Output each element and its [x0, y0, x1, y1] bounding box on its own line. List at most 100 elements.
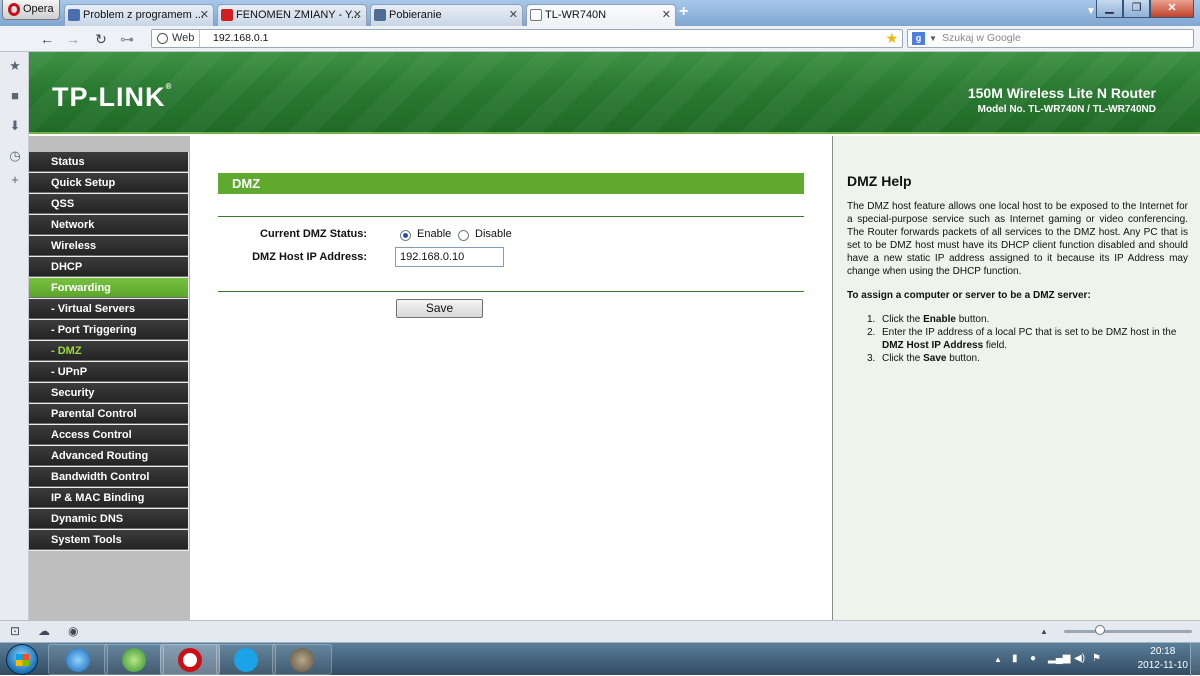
google-icon[interactable]: g: [912, 32, 925, 45]
tab-strip: Opera Problem z programem ... ✕ FENOMEN Z…: [0, 0, 1200, 26]
start-button[interactable]: [6, 644, 38, 675]
close-tab-icon[interactable]: ✕: [509, 5, 518, 25]
web-badge[interactable]: Web: [152, 30, 201, 47]
bookmark-star-icon[interactable]: ★: [885, 30, 898, 47]
add-panel-icon[interactable]: +: [7, 172, 23, 188]
close-tab-icon[interactable]: ✕: [662, 5, 671, 25]
menu-item-access-control[interactable]: Access Control: [29, 425, 188, 445]
tab-label: TL-WR740N: [545, 9, 607, 21]
downloads-icon[interactable]: ⬇: [7, 118, 23, 134]
menu-item-dynamic-dns[interactable]: Dynamic DNS: [29, 509, 188, 529]
minimize-button[interactable]: ▁: [1096, 0, 1123, 18]
search-engine-dropdown-icon[interactable]: ▼: [929, 30, 937, 47]
enable-radio[interactable]: [400, 230, 411, 241]
action-center-icon[interactable]: ⚑: [1092, 653, 1101, 664]
close-window-button[interactable]: ✕: [1150, 0, 1194, 18]
dmz-status-label: Current DMZ Status:: [260, 228, 367, 240]
menu-item-upnp[interactable]: - UPnP: [29, 362, 188, 382]
tab-router[interactable]: TL-WR740N ✕: [526, 4, 676, 26]
menu-item-port-triggering[interactable]: - Port Triggering: [29, 320, 188, 340]
zoom-slider[interactable]: [1064, 630, 1192, 633]
dmz-host-ip-input[interactable]: 192.168.0.10: [395, 247, 504, 267]
help-howto-title: To assign a computer or server to be a D…: [847, 290, 1091, 301]
divider-bottom: [218, 291, 804, 292]
usb-icon[interactable]: ▮: [1012, 653, 1018, 664]
search-placeholder[interactable]: Szukaj w Google: [942, 30, 1021, 47]
clock-time: 20:18: [1150, 646, 1176, 657]
zoom-slider-knob[interactable]: [1095, 625, 1105, 635]
tab-pobieranie[interactable]: Pobieranie ✕: [370, 4, 523, 26]
network-signal-icon[interactable]: ▂▄▆: [1048, 653, 1070, 664]
help-steps: 1. Click the Enable button. 2. Enter the I…: [867, 313, 1188, 365]
back-icon[interactable]: ←: [38, 30, 56, 48]
menu-item-ip-mac-binding[interactable]: IP & MAC Binding: [29, 488, 188, 508]
show-desktop-button[interactable]: [1190, 643, 1200, 676]
menu-item-bandwidth-control[interactable]: Bandwidth Control: [29, 467, 188, 487]
dmz-content: DMZ Current DMZ Status: Enable Disable D…: [191, 136, 832, 620]
lightning-app-icon: [66, 648, 90, 672]
gimp-app-icon: [290, 648, 314, 672]
taskbar-app-2[interactable]: [104, 644, 164, 675]
browser-status-bar: ⊡ ☁ ◉ ▲: [0, 620, 1200, 642]
taskbar-gimp[interactable]: [272, 644, 332, 675]
messenger-icon[interactable]: ●: [1030, 653, 1036, 664]
history-icon[interactable]: ◷: [7, 148, 23, 164]
product-info: 150M Wireless Lite N Router Model No. TL…: [968, 85, 1156, 115]
zoom-up-icon[interactable]: ▲: [1040, 627, 1048, 636]
clock[interactable]: 20:18 2012-11-10: [1138, 645, 1188, 673]
menu-item-quick-setup[interactable]: Quick Setup: [29, 173, 188, 193]
page-favicon-icon: [530, 9, 542, 21]
opera-menu-label: Opera: [23, 3, 54, 15]
menu-item-dmz[interactable]: - DMZ: [29, 341, 188, 361]
opera-app-icon: [178, 648, 202, 672]
tab-menu-chevron-icon[interactable]: ▼: [1086, 6, 1096, 17]
page-title: DMZ: [218, 173, 804, 194]
key-icon[interactable]: ⊶: [118, 30, 136, 48]
help-intro: The DMZ host feature allows one local ho…: [847, 201, 1188, 277]
reload-icon[interactable]: ↻: [92, 30, 110, 48]
model-number: Model No. TL-WR740N / TL-WR740ND: [977, 104, 1156, 115]
menu-item-advanced-routing[interactable]: Advanced Routing: [29, 446, 188, 466]
taskbar-opera[interactable]: [160, 644, 220, 675]
menu-item-security[interactable]: Security: [29, 383, 188, 403]
taskbar-app-1[interactable]: [48, 644, 108, 675]
save-button[interactable]: Save: [396, 299, 483, 318]
forward-icon[interactable]: →: [64, 30, 82, 48]
panel-toggle-icon[interactable]: ⊡: [10, 624, 20, 638]
address-bar[interactable]: Web 192.168.0.1 ★: [151, 29, 903, 48]
enable-label[interactable]: Enable: [417, 228, 451, 240]
globe-icon: [157, 33, 168, 44]
divider-top: [218, 216, 804, 217]
menu-item-status[interactable]: Status: [29, 152, 188, 172]
cloud-icon[interactable]: ☁: [38, 624, 50, 638]
opera-menu-button[interactable]: Opera: [2, 0, 60, 20]
menu-item-wireless[interactable]: Wireless: [29, 236, 188, 256]
menu-item-parental-control[interactable]: Parental Control: [29, 404, 188, 424]
turbo-icon[interactable]: ◉: [68, 624, 78, 638]
search-box[interactable]: g ▼ Szukaj w Google: [907, 29, 1194, 48]
maximize-button[interactable]: ❐: [1123, 0, 1150, 18]
close-tab-icon[interactable]: ✕: [200, 5, 209, 25]
menu-item-forwarding[interactable]: Forwarding: [29, 278, 188, 298]
dmz-host-ip-label: DMZ Host IP Address:: [252, 251, 367, 263]
notes-icon[interactable]: ■: [7, 88, 23, 104]
tab-label: FENOMEN ZMIANY - Y...: [236, 9, 361, 21]
tab-problem[interactable]: Problem z programem ... ✕: [64, 4, 214, 26]
disable-radio[interactable]: [458, 230, 469, 241]
menu-item-dhcp[interactable]: DHCP: [29, 257, 188, 277]
disable-label[interactable]: Disable: [475, 228, 512, 240]
menu-item-qss[interactable]: QSS: [29, 194, 188, 214]
volume-icon[interactable]: ◀): [1074, 653, 1085, 664]
bookmarks-icon[interactable]: ★: [7, 58, 23, 74]
menu-item-network[interactable]: Network: [29, 215, 188, 235]
forum-favicon-icon: [68, 9, 80, 21]
side-panel: ★ ■ ⬇ ◷ +: [0, 52, 29, 620]
url-text[interactable]: 192.168.0.1: [213, 30, 268, 47]
taskbar-skype[interactable]: [216, 644, 276, 675]
menu-item-virtual-servers[interactable]: - Virtual Servers: [29, 299, 188, 319]
menu-item-system-tools[interactable]: System Tools: [29, 530, 188, 550]
tab-youtube[interactable]: FENOMEN ZMIANY - Y... ✕: [217, 4, 367, 26]
close-tab-icon[interactable]: ✕: [353, 5, 362, 25]
show-hidden-icons[interactable]: ▲: [994, 655, 1002, 664]
new-tab-button[interactable]: +: [679, 3, 695, 21]
